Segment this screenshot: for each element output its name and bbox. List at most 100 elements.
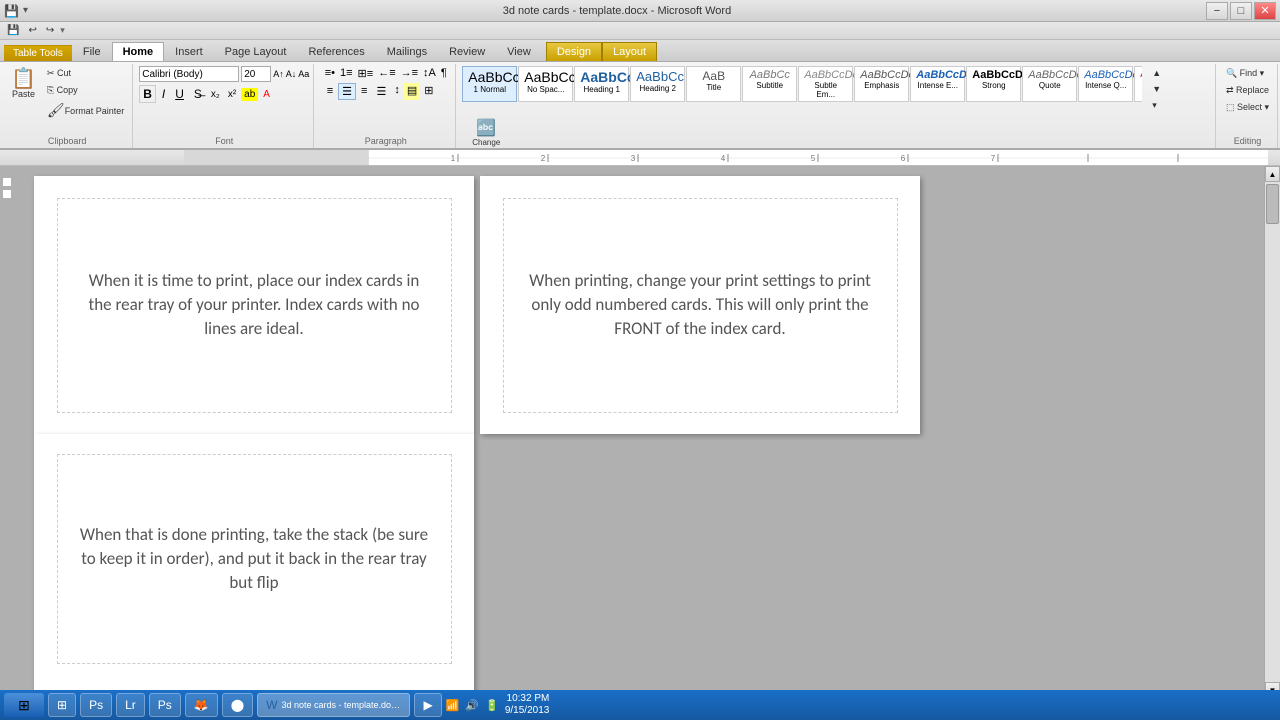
document-content[interactable]: When it is time to print, place our inde…	[14, 166, 1264, 698]
subscript-button[interactable]: x₂	[208, 88, 223, 101]
grow-font-btn[interactable]: A↑	[273, 69, 284, 79]
align-left-button[interactable]: ≡	[323, 83, 337, 100]
strikethrough-button[interactable]: S̶	[190, 85, 206, 103]
styles-up-button[interactable]: ▲	[1148, 66, 1165, 80]
style-no-spacing[interactable]: AaBbCcDc No Spac...	[518, 66, 573, 102]
style-subtitle-preview: AaBbCc	[748, 69, 791, 81]
tab-home[interactable]: Home	[112, 42, 165, 61]
shrink-font-btn[interactable]: A↓	[286, 69, 297, 79]
font-name-input[interactable]	[139, 66, 239, 82]
window-controls: − □ ✕	[1206, 2, 1276, 20]
tab-references[interactable]: References	[297, 42, 375, 61]
format-painter-button[interactable]: 🖌 Format Painter	[43, 100, 128, 121]
line-spacing-button[interactable]: ↕	[391, 83, 403, 100]
taskbar-word-doc[interactable]: W 3d note cards - template.doc...	[257, 693, 410, 717]
tab-design[interactable]: Design	[546, 42, 602, 61]
taskbar-firefox-icon: 🦊	[194, 698, 209, 712]
superscript-button[interactable]: x²	[225, 88, 239, 101]
date-display: 9/15/2013	[505, 705, 550, 717]
tab-mailings[interactable]: Mailings	[376, 42, 438, 61]
scrollbar-thumb[interactable]	[1266, 184, 1279, 224]
table-tools-group-tab: Table Tools	[4, 45, 72, 61]
paste-icon: 📋	[11, 69, 36, 89]
copy-button[interactable]: ⎘ Copy	[43, 83, 128, 98]
tab-layout[interactable]: Layout	[602, 42, 657, 61]
font-color-button[interactable]: A	[260, 88, 273, 101]
taskbar-app-chrome[interactable]: ⬤	[222, 693, 253, 717]
select-button[interactable]: ⬚ Select ▾	[1222, 100, 1273, 115]
shading-button[interactable]: ▤	[404, 83, 420, 100]
undo-quick-btn[interactable]: ↩	[25, 24, 39, 37]
justify-button[interactable]: ☰	[372, 83, 390, 100]
style-subtle-em[interactable]: AaBbCcDc Subtle Em...	[798, 66, 853, 102]
paste-button[interactable]: 📋 Paste	[6, 66, 41, 102]
tab-page-layout[interactable]: Page Layout	[214, 42, 298, 61]
scroll-up-button[interactable]: ▲	[1265, 166, 1280, 182]
ribbon-toolbar: 📋 Paste ✂ Cut ⎘ Copy 🖌 Format Painter Cl…	[0, 62, 1280, 150]
replace-button[interactable]: ⇄ Replace	[1222, 83, 1273, 98]
change-styles-button[interactable]: 🔤 ChangeStyles▾	[466, 115, 506, 150]
styles-down-button[interactable]: ▼	[1148, 82, 1165, 96]
style-subtitle[interactable]: AaBbCc Subtitle	[742, 66, 797, 102]
sort-button[interactable]: ↕A	[421, 66, 438, 81]
style-intense-quote[interactable]: AaBbCcDc Intense Q...	[1078, 66, 1133, 102]
redo-quick-btn[interactable]: ↪	[43, 24, 57, 37]
highlight-button[interactable]: ab	[241, 88, 258, 101]
cut-button[interactable]: ✂ Cut	[43, 66, 128, 81]
increase-indent-button[interactable]: →≡	[399, 66, 420, 81]
show-formatting-button[interactable]: ¶	[439, 66, 449, 81]
taskbar-app-1[interactable]: ⊞	[48, 693, 76, 717]
align-center-button[interactable]: ☰	[338, 83, 356, 100]
minimize-button[interactable]: −	[1206, 2, 1228, 20]
decrease-indent-button[interactable]: ←≡	[376, 66, 397, 81]
align-right-button[interactable]: ≡	[357, 83, 371, 100]
tab-insert[interactable]: Insert	[164, 42, 214, 61]
taskbar-vlc-icon: ▶	[423, 698, 432, 712]
tab-view[interactable]: View	[496, 42, 542, 61]
taskbar-chrome-icon: ⬤	[231, 698, 244, 712]
taskbar-app-ps2[interactable]: Ps	[149, 693, 181, 717]
styles-gallery: AaBbCcDc 1 Normal AaBbCcDc No Spac... Aa…	[462, 66, 1142, 102]
save-quick-btn[interactable]: 💾	[4, 24, 22, 37]
underline-button[interactable]: U	[171, 85, 188, 103]
scrollbar-track	[1265, 182, 1280, 682]
style-emphasis[interactable]: AaBbCcDc Emphasis	[854, 66, 909, 102]
taskbar-vlc[interactable]: ▶	[414, 693, 441, 717]
clear-format-btn[interactable]: Aa	[298, 69, 309, 79]
style-intense-em[interactable]: AaBbCcDc Intense E...	[910, 66, 965, 102]
bold-button[interactable]: B	[139, 85, 156, 103]
card-page-1: When it is time to print, place our inde…	[34, 176, 474, 434]
svg-text:5: 5	[811, 154, 816, 163]
taskbar-app-firefox[interactable]: 🦊	[185, 693, 218, 717]
style-subtle-ref[interactable]: AaBbCcDc Subtle Ref...	[1134, 66, 1142, 102]
taskbar-app-2[interactable]: Ps	[80, 693, 112, 717]
tab-review[interactable]: Review	[438, 42, 496, 61]
style-emphasis-label: Emphasis	[860, 81, 903, 90]
bullets-button[interactable]: ≡•	[323, 66, 337, 81]
style-heading1[interactable]: AaBbCc Heading 1	[574, 66, 629, 102]
maximize-button[interactable]: □	[1230, 2, 1252, 20]
taskbar-app-lightroom[interactable]: Lr	[116, 693, 145, 717]
font-size-input[interactable]	[241, 66, 271, 82]
numbering-button[interactable]: 1≡	[338, 66, 355, 81]
style-strong[interactable]: AaBbCcDc Strong	[966, 66, 1021, 102]
style-normal[interactable]: AaBbCcDc 1 Normal	[462, 66, 517, 102]
style-heading2[interactable]: AaBbCc Heading 2	[630, 66, 685, 102]
index-card-3[interactable]: When that is done printing, take the sta…	[57, 454, 452, 664]
style-normal-label: 1 Normal	[468, 85, 511, 94]
find-button[interactable]: 🔍 Find ▾	[1222, 66, 1268, 81]
start-button[interactable]: ⊞	[4, 693, 44, 717]
close-button[interactable]: ✕	[1254, 2, 1276, 20]
italic-button[interactable]: I	[158, 85, 169, 103]
styles-more-button[interactable]: ▾	[1148, 98, 1165, 113]
tab-file[interactable]: File	[72, 42, 112, 61]
multilevel-button[interactable]: ⊞≡	[356, 66, 376, 81]
index-card-2[interactable]: When printing, change your print setting…	[503, 198, 898, 413]
style-title[interactable]: AaB Title	[686, 66, 741, 102]
borders-button[interactable]: ⊞	[421, 83, 436, 100]
style-quote[interactable]: AaBbCcDc Quote	[1022, 66, 1077, 102]
card-2-text: When printing, change your print setting…	[524, 269, 877, 340]
qa-more[interactable]: ▾	[60, 25, 65, 36]
ruler-left-margin	[184, 150, 368, 165]
index-card-1[interactable]: When it is time to print, place our inde…	[57, 198, 452, 413]
